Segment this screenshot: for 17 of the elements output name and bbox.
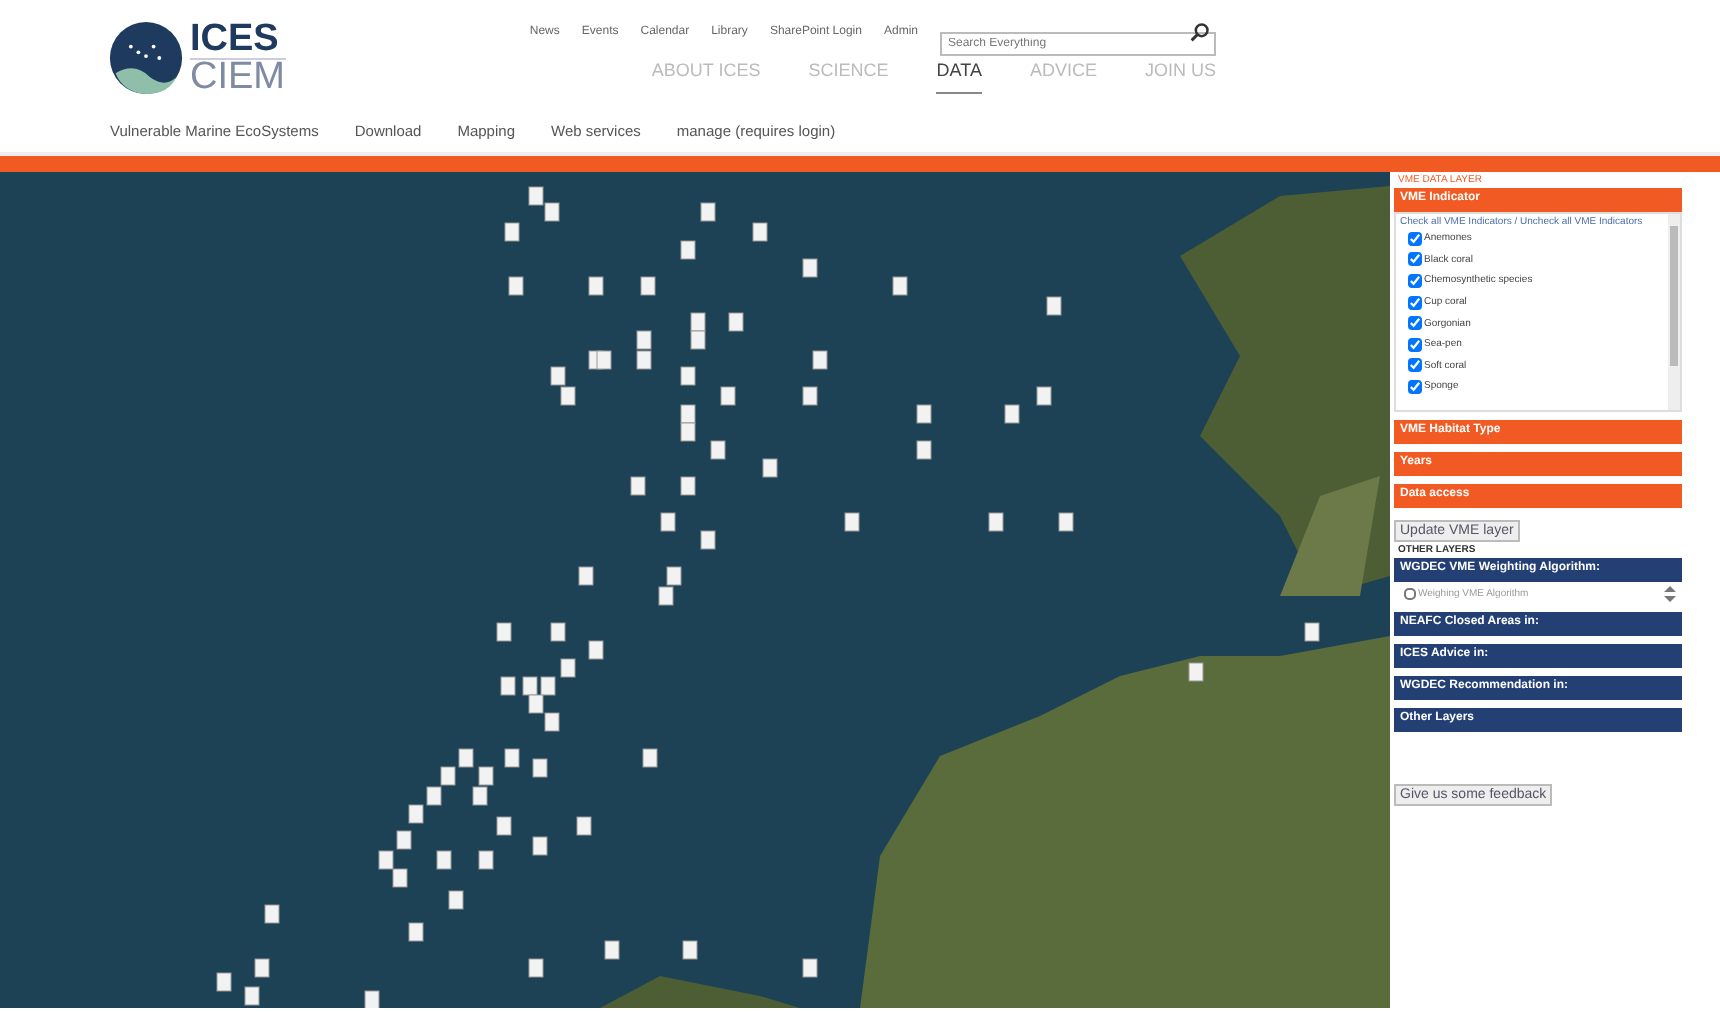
satellite-map[interactable] (0, 172, 1390, 1008)
spinner-arrows-icon[interactable] (1664, 585, 1676, 601)
scrollbar[interactable] (1668, 214, 1680, 410)
indicator-checkbox[interactable] (1408, 358, 1422, 373)
indicator-checkbox[interactable] (1408, 316, 1422, 331)
indicator-checkbox[interactable] (1408, 295, 1422, 310)
indicator-checkbox[interactable] (1408, 252, 1422, 267)
search-icon[interactable] (1190, 22, 1210, 42)
logo-wordmark-subtitle: CIEM (190, 57, 285, 95)
globe-logo-icon (108, 20, 184, 96)
indicator-checkbox[interactable] (1408, 273, 1422, 288)
weighting-checkbox[interactable] (1404, 587, 1416, 599)
indicator-checkbox[interactable] (1408, 379, 1422, 394)
indicator-checkbox[interactable] (1408, 337, 1422, 352)
indicator-checkbox[interactable] (1408, 231, 1422, 246)
logo-wordmark: ICES (190, 21, 281, 57)
main-nav-tab[interactable]: DATA (936, 60, 982, 94)
